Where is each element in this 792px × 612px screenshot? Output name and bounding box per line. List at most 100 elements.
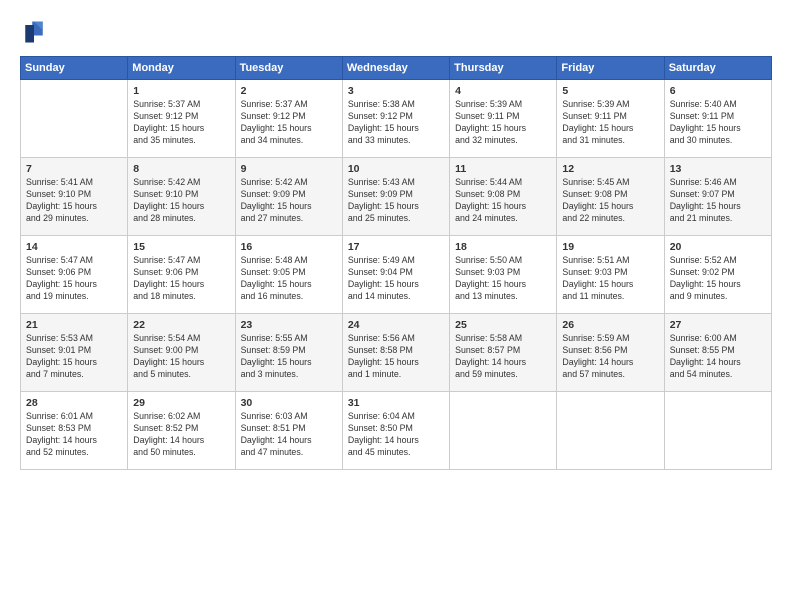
calendar-cell: 3Sunrise: 5:38 AM Sunset: 9:12 PM Daylig… [342,80,449,158]
day-number: 23 [241,318,337,332]
calendar-cell: 25Sunrise: 5:58 AM Sunset: 8:57 PM Dayli… [450,314,557,392]
calendar-cell: 2Sunrise: 5:37 AM Sunset: 9:12 PM Daylig… [235,80,342,158]
day-info: Sunrise: 5:40 AM Sunset: 9:11 PM Dayligh… [670,99,766,147]
calendar-cell: 18Sunrise: 5:50 AM Sunset: 9:03 PM Dayli… [450,236,557,314]
day-number: 20 [670,240,766,254]
day-number: 2 [241,84,337,98]
calendar-cell: 7Sunrise: 5:41 AM Sunset: 9:10 PM Daylig… [21,158,128,236]
calendar-cell: 8Sunrise: 5:42 AM Sunset: 9:10 PM Daylig… [128,158,235,236]
day-number: 14 [26,240,122,254]
calendar-cell: 12Sunrise: 5:45 AM Sunset: 9:08 PM Dayli… [557,158,664,236]
day-number: 3 [348,84,444,98]
calendar-cell: 6Sunrise: 5:40 AM Sunset: 9:11 PM Daylig… [664,80,771,158]
day-info: Sunrise: 6:04 AM Sunset: 8:50 PM Dayligh… [348,411,444,459]
day-number: 25 [455,318,551,332]
calendar-cell: 20Sunrise: 5:52 AM Sunset: 9:02 PM Dayli… [664,236,771,314]
day-info: Sunrise: 6:02 AM Sunset: 8:52 PM Dayligh… [133,411,229,459]
day-info: Sunrise: 6:03 AM Sunset: 8:51 PM Dayligh… [241,411,337,459]
day-info: Sunrise: 5:47 AM Sunset: 9:06 PM Dayligh… [26,255,122,303]
day-number: 22 [133,318,229,332]
weekday-header-saturday: Saturday [664,57,771,80]
calendar-cell [450,392,557,470]
day-info: Sunrise: 5:58 AM Sunset: 8:57 PM Dayligh… [455,333,551,381]
calendar-cell: 17Sunrise: 5:49 AM Sunset: 9:04 PM Dayli… [342,236,449,314]
day-info: Sunrise: 5:37 AM Sunset: 9:12 PM Dayligh… [133,99,229,147]
calendar-cell: 11Sunrise: 5:44 AM Sunset: 9:08 PM Dayli… [450,158,557,236]
calendar-cell: 22Sunrise: 5:54 AM Sunset: 9:00 PM Dayli… [128,314,235,392]
day-info: Sunrise: 5:39 AM Sunset: 9:11 PM Dayligh… [455,99,551,147]
day-number: 8 [133,162,229,176]
day-info: Sunrise: 5:55 AM Sunset: 8:59 PM Dayligh… [241,333,337,381]
day-number: 29 [133,396,229,410]
weekday-header-wednesday: Wednesday [342,57,449,80]
day-number: 13 [670,162,766,176]
day-number: 1 [133,84,229,98]
day-number: 31 [348,396,444,410]
calendar-cell: 28Sunrise: 6:01 AM Sunset: 8:53 PM Dayli… [21,392,128,470]
day-info: Sunrise: 5:39 AM Sunset: 9:11 PM Dayligh… [562,99,658,147]
calendar-cell: 16Sunrise: 5:48 AM Sunset: 9:05 PM Dayli… [235,236,342,314]
day-number: 9 [241,162,337,176]
day-info: Sunrise: 5:42 AM Sunset: 9:09 PM Dayligh… [241,177,337,225]
calendar-cell: 23Sunrise: 5:55 AM Sunset: 8:59 PM Dayli… [235,314,342,392]
day-info: Sunrise: 5:59 AM Sunset: 8:56 PM Dayligh… [562,333,658,381]
calendar-cell: 31Sunrise: 6:04 AM Sunset: 8:50 PM Dayli… [342,392,449,470]
logo-icon [20,18,48,46]
calendar-cell: 13Sunrise: 5:46 AM Sunset: 9:07 PM Dayli… [664,158,771,236]
day-number: 11 [455,162,551,176]
day-number: 18 [455,240,551,254]
day-number: 26 [562,318,658,332]
day-info: Sunrise: 5:56 AM Sunset: 8:58 PM Dayligh… [348,333,444,381]
calendar-cell [664,392,771,470]
calendar-cell: 1Sunrise: 5:37 AM Sunset: 9:12 PM Daylig… [128,80,235,158]
day-info: Sunrise: 6:01 AM Sunset: 8:53 PM Dayligh… [26,411,122,459]
day-info: Sunrise: 5:53 AM Sunset: 9:01 PM Dayligh… [26,333,122,381]
day-number: 12 [562,162,658,176]
day-number: 16 [241,240,337,254]
day-info: Sunrise: 5:51 AM Sunset: 9:03 PM Dayligh… [562,255,658,303]
calendar-cell: 21Sunrise: 5:53 AM Sunset: 9:01 PM Dayli… [21,314,128,392]
day-number: 30 [241,396,337,410]
day-info: Sunrise: 5:45 AM Sunset: 9:08 PM Dayligh… [562,177,658,225]
calendar-cell: 26Sunrise: 5:59 AM Sunset: 8:56 PM Dayli… [557,314,664,392]
day-number: 4 [455,84,551,98]
page-header [20,18,772,46]
calendar-cell: 14Sunrise: 5:47 AM Sunset: 9:06 PM Dayli… [21,236,128,314]
day-number: 5 [562,84,658,98]
day-number: 15 [133,240,229,254]
day-info: Sunrise: 5:48 AM Sunset: 9:05 PM Dayligh… [241,255,337,303]
day-number: 24 [348,318,444,332]
day-info: Sunrise: 5:49 AM Sunset: 9:04 PM Dayligh… [348,255,444,303]
logo [20,18,52,46]
calendar-cell [557,392,664,470]
day-info: Sunrise: 5:37 AM Sunset: 9:12 PM Dayligh… [241,99,337,147]
day-info: Sunrise: 5:50 AM Sunset: 9:03 PM Dayligh… [455,255,551,303]
calendar-table: SundayMondayTuesdayWednesdayThursdayFrid… [20,56,772,470]
calendar-cell [21,80,128,158]
day-number: 7 [26,162,122,176]
day-info: Sunrise: 5:44 AM Sunset: 9:08 PM Dayligh… [455,177,551,225]
day-number: 28 [26,396,122,410]
day-number: 6 [670,84,766,98]
weekday-header-friday: Friday [557,57,664,80]
calendar-cell: 27Sunrise: 6:00 AM Sunset: 8:55 PM Dayli… [664,314,771,392]
calendar-cell: 24Sunrise: 5:56 AM Sunset: 8:58 PM Dayli… [342,314,449,392]
day-info: Sunrise: 5:54 AM Sunset: 9:00 PM Dayligh… [133,333,229,381]
weekday-header-sunday: Sunday [21,57,128,80]
calendar-cell: 19Sunrise: 5:51 AM Sunset: 9:03 PM Dayli… [557,236,664,314]
day-number: 17 [348,240,444,254]
weekday-header-monday: Monday [128,57,235,80]
day-info: Sunrise: 5:52 AM Sunset: 9:02 PM Dayligh… [670,255,766,303]
weekday-header-tuesday: Tuesday [235,57,342,80]
day-info: Sunrise: 5:47 AM Sunset: 9:06 PM Dayligh… [133,255,229,303]
calendar-cell: 30Sunrise: 6:03 AM Sunset: 8:51 PM Dayli… [235,392,342,470]
day-info: Sunrise: 6:00 AM Sunset: 8:55 PM Dayligh… [670,333,766,381]
calendar-cell: 10Sunrise: 5:43 AM Sunset: 9:09 PM Dayli… [342,158,449,236]
day-info: Sunrise: 5:46 AM Sunset: 9:07 PM Dayligh… [670,177,766,225]
calendar-cell: 4Sunrise: 5:39 AM Sunset: 9:11 PM Daylig… [450,80,557,158]
day-number: 19 [562,240,658,254]
day-number: 10 [348,162,444,176]
calendar-cell: 5Sunrise: 5:39 AM Sunset: 9:11 PM Daylig… [557,80,664,158]
weekday-header-thursday: Thursday [450,57,557,80]
day-number: 21 [26,318,122,332]
